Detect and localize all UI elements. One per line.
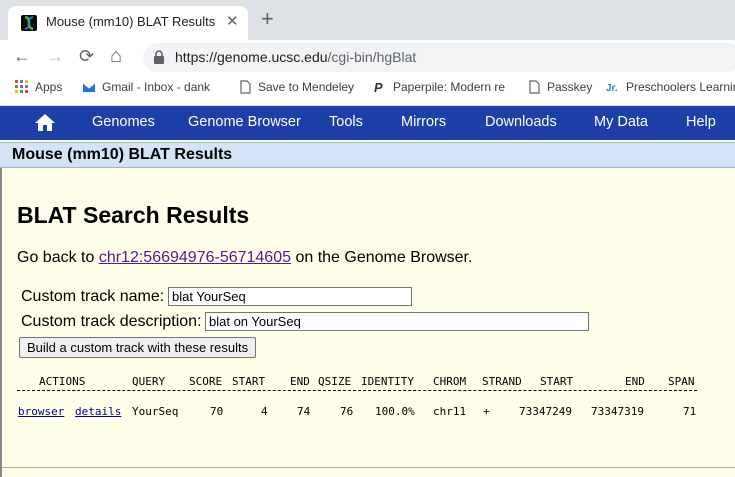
bookmark-label: Passkey [547,80,593,94]
row-qstart: 4 [261,405,268,418]
row-query: YourSeq [132,405,179,418]
col-tstart: START [540,375,574,388]
table-row: details [75,405,121,418]
row-qend: 74 [297,405,311,418]
row-strand: + [483,405,490,418]
svg-text:Jr.: Jr. [606,83,618,94]
col-qsize: QSIZE [318,375,352,388]
bookmark-mendeley[interactable]: Save to Mendeley [238,80,354,94]
details-link[interactable]: details [75,405,121,418]
jr-icon: Jr. [606,83,618,94]
browser-tab[interactable]: Mouse (mm10) BLAT Results ✕ [8,6,248,40]
svg-text:P: P [374,80,383,94]
build-custom-track-button[interactable]: Build a custom track with these results [19,337,257,358]
forward-arrow-icon[interactable]: → [46,46,64,66]
bookmark-passkey[interactable]: Passkey [527,80,592,94]
bookmark-label: Paperpile: Modern re [393,80,506,94]
bookmark-label: Gmail - Inbox - dank [102,80,211,94]
address-bar[interactable]: https://genome.ucsc.edu/cgi-bin/hgBlat [143,43,735,72]
position-link[interactable]: chr12:56694976-56714605 [99,249,291,266]
nav-tools[interactable]: Tools [329,114,363,130]
document-icon [240,80,251,94]
col-actions: ACTIONS [39,375,86,388]
content-bottom-rule [2,467,735,468]
bookmark-paperpile[interactable]: P Paperpile: Modern re [373,80,505,94]
bookmark-preschoolers[interactable]: Jr. Preschoolers Learnin [606,80,735,94]
nav-mirrors[interactable]: Mirrors [401,114,446,130]
lock-icon[interactable] [153,50,165,69]
track-name-input[interactable] [168,287,412,306]
home-icon[interactable]: ⌂ [110,46,122,66]
browser-toolbar: ← → ⟳ ⌂ https://genome.ucsc.edu/cgi-bin/… [0,40,735,75]
section-title: Mouse (mm10) BLAT Results [12,146,233,163]
bookmark-label: Apps [35,80,63,94]
home-icon[interactable] [34,112,56,137]
row-chrom: chr11 [433,405,467,418]
section-header: Mouse (mm10) BLAT Results [0,142,735,168]
col-chrom: CHROM [433,375,467,388]
track-name-label: Custom track name: [21,288,165,305]
ucsc-favicon [21,15,37,31]
row-span: 71 [683,405,697,418]
go-back-text: Go back to chr12:56694976-56714605 on th… [17,249,472,267]
col-qstart: START [232,375,266,388]
tab-title: Mouse (mm10) BLAT Results [46,14,216,29]
track-description-input[interactable] [205,312,589,331]
nav-downloads[interactable]: Downloads [485,114,557,130]
col-identity: IDENTITY [361,375,414,388]
col-tend: END [625,375,645,388]
main-content: BLAT Search Results Go back to chr12:566… [0,168,735,477]
bookmarks-bar: Apps Gmail - Inbox - dank Save to Mendel… [0,75,735,106]
url-text: https://genome.ucsc.edu/cgi-bin/hgBlat [175,49,416,65]
row-score: 70 [210,405,224,418]
nav-my-data[interactable]: My Data [594,114,648,130]
table-row: browser [18,405,64,418]
results-divider [17,390,697,391]
apps-grid-icon [15,80,28,93]
nav-genomes[interactable]: Genomes [92,114,155,130]
page-title: BLAT Search Results [17,202,250,228]
row-tstart: 73347249 [519,405,572,418]
bookmark-gmail[interactable]: Gmail - Inbox - dank [82,80,210,94]
bookmark-label: Preschoolers Learnin [626,80,735,94]
back-arrow-icon[interactable]: ← [13,46,31,66]
col-query: QUERY [132,375,166,388]
nav-help[interactable]: Help [686,114,716,130]
paperpile-icon: P [374,80,383,94]
go-back-prefix: Go back to [17,249,99,266]
col-score: SCORE [189,375,223,388]
gmail-icon [82,82,96,92]
site-nav-bar: Genomes Genome Browser Tools Mirrors Dow… [0,106,735,140]
browser-link[interactable]: browser [18,405,64,418]
document-icon [529,80,540,94]
tab-strip: Mouse (mm10) BLAT Results ✕ + [0,0,735,40]
row-tend: 73347319 [591,405,644,418]
nav-genome-browser[interactable]: Genome Browser [188,114,301,130]
track-description-label: Custom track description: [21,313,202,330]
url-domain: https://genome.ucsc.edu [175,49,328,65]
col-qend: END [290,375,310,388]
col-strand: STRAND [482,375,522,388]
go-back-suffix: on the Genome Browser. [291,249,473,266]
row-identity: 100.0% [375,405,415,418]
bookmark-label: Save to Mendeley [258,80,355,94]
url-path: /cgi-bin/hgBlat [327,49,417,65]
new-tab-button[interactable]: + [261,8,274,30]
reload-icon[interactable]: ⟳ [79,46,94,66]
bookmark-apps[interactable]: Apps [15,80,62,94]
col-span: SPAN [668,375,695,388]
row-qsize: 76 [340,405,354,418]
tab-close-icon[interactable]: ✕ [226,12,239,30]
